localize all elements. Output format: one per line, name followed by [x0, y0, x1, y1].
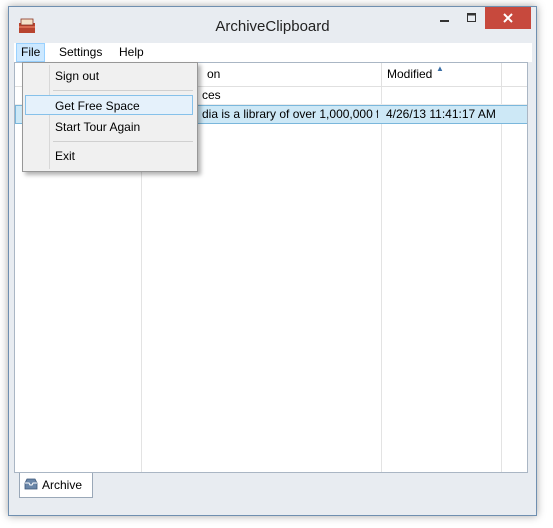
menu-file[interactable]: File [16, 43, 46, 62]
menu-help[interactable]: Help [114, 43, 149, 62]
tab-archive[interactable]: Archive [19, 473, 93, 498]
menu-separator [53, 90, 193, 91]
menu-item-start-tour-again[interactable]: Start Tour Again [25, 117, 193, 137]
title-bar[interactable]: ArchiveClipboard [9, 7, 536, 43]
maximize-button[interactable] [459, 7, 485, 29]
cell-modified: 4/26/13 11:41:17 AM [386, 107, 496, 121]
close-button[interactable] [485, 7, 531, 29]
menu-item-label: Start Tour Again [55, 120, 141, 134]
column-divider [381, 63, 382, 472]
maximize-icon [467, 13, 476, 22]
menu-item-get-free-space[interactable]: Get Free Space [25, 95, 193, 115]
menu-item-label: Exit [55, 149, 76, 163]
menu-item-label: Sign out [55, 69, 100, 83]
header-divider[interactable] [501, 63, 502, 86]
menu-separator [53, 141, 193, 142]
minimize-button[interactable] [431, 7, 459, 29]
menu-item-exit[interactable]: Exit [25, 146, 193, 166]
close-icon [503, 13, 513, 23]
menu-item-sign-out[interactable]: Sign out [25, 66, 193, 86]
cell-description: ces [202, 88, 221, 102]
menu-bar: File Settings Help [14, 43, 532, 62]
menu-item-label: Get Free Space [55, 99, 140, 113]
minimize-icon [440, 20, 449, 22]
inbox-icon [24, 478, 38, 490]
column-header-description[interactable]: on [202, 63, 377, 86]
menu-settings[interactable]: Settings [54, 43, 107, 62]
column-divider [501, 63, 502, 472]
tab-archive-label: Archive [42, 478, 83, 492]
file-dropdown-menu: Sign out Get Free Space Start Tour Again… [22, 62, 198, 172]
cell-description: dia is a library of over 1,000,000 f... [202, 107, 378, 121]
tab-bar: Archive [14, 473, 532, 499]
sort-ascending-icon: ▲ [436, 64, 444, 73]
cell-modified [386, 87, 500, 104]
